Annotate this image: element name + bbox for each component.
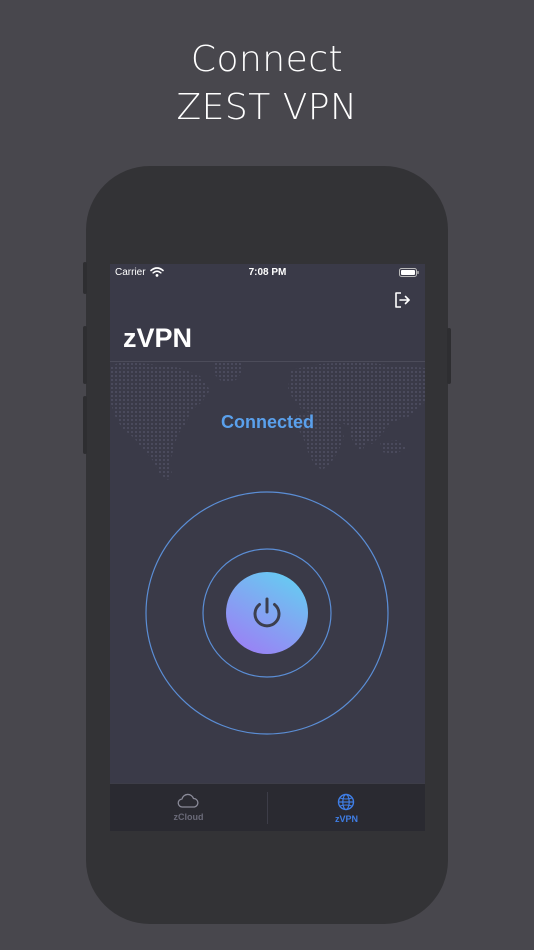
connect-power-button[interactable]: [226, 572, 308, 654]
status-bar: Carrier 7:08 PM: [110, 264, 425, 282]
tab-zvpn[interactable]: zVPN: [268, 784, 425, 831]
page-title: zVPN: [123, 323, 193, 353]
cloud-icon: [177, 793, 199, 808]
status-clock: 7:08 PM: [248, 267, 287, 278]
battery-icon: [399, 268, 419, 277]
tab-bar: zCloud zVPN: [110, 783, 425, 831]
tab-zcloud-label: zCloud: [173, 812, 204, 822]
promo-headline-line1: Connect: [190, 39, 344, 80]
app-screen: Carrier 7:08 PM zVPN Connected zCloud zV…: [110, 264, 425, 831]
power-side-button: [447, 328, 451, 384]
volume-down-button: [83, 396, 87, 454]
promo-headline-line2: ZEST VPN: [176, 87, 358, 128]
tab-zcloud[interactable]: zCloud: [110, 784, 267, 831]
logout-icon[interactable]: [393, 291, 411, 309]
connection-status: Connected: [220, 412, 314, 432]
power-icon: [253, 597, 281, 628]
silent-switch: [83, 262, 87, 294]
tab-zvpn-label: zVPN: [334, 814, 358, 824]
globe-icon: [337, 793, 355, 811]
volume-up-button: [83, 326, 87, 384]
